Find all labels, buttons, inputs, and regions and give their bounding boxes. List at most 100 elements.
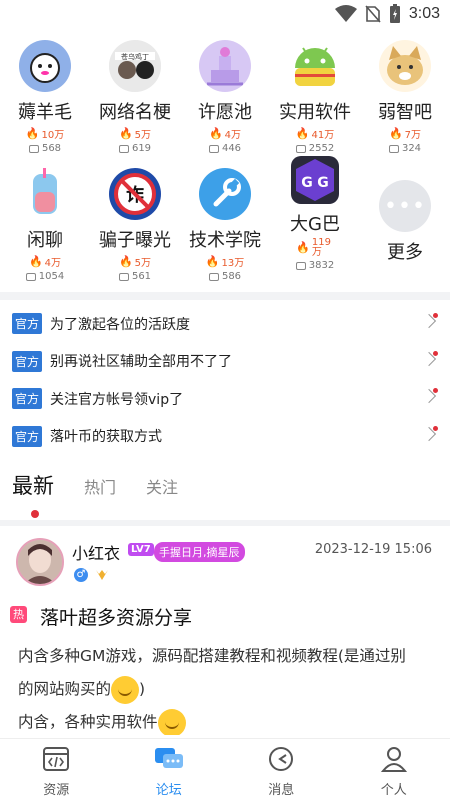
forum-posts: 446 xyxy=(180,143,270,154)
comment-icon xyxy=(118,272,129,281)
official-tag: 官方 xyxy=(12,388,43,410)
forum-name: 薅羊毛 xyxy=(18,102,72,123)
forum-heat: 🔥 4万 xyxy=(28,255,62,269)
official-notices: 官方 为了激起各位的活跃度 官方 别再说社区辅助全部用不了了 官方 关注官方帐号… xyxy=(0,305,450,455)
forum-item[interactable]: 薅羊毛 🔥 10万 568 xyxy=(0,40,90,154)
flame-icon: 🔥 xyxy=(208,127,223,140)
forum-posts: 561 xyxy=(90,271,180,282)
notice-text: 落叶币的获取方式 xyxy=(50,429,163,446)
forum-heat: 🔥 10万 xyxy=(25,127,65,141)
forum-item[interactable]: 苍乌鸡丁 网络名梗 🔥 5万 619 xyxy=(90,40,180,154)
forum-heat: 🔥 5万 xyxy=(118,127,152,141)
forum-item[interactable]: GG 大G巴 🔥 119万 3832 xyxy=(270,156,360,271)
post-title: 落叶超多资源分享 xyxy=(40,607,193,629)
code-icon xyxy=(43,747,70,771)
scam-icon: 诈 xyxy=(109,168,161,220)
notice-item[interactable]: 官方 为了激起各位的活跃度 xyxy=(0,305,450,343)
forum-heat: 🔥 4万 xyxy=(208,127,242,141)
comment-icon xyxy=(295,144,306,153)
forum-item[interactable]: 实用软件 🔥 41万 2552 xyxy=(270,40,360,154)
wifi-icon xyxy=(334,5,357,22)
more-dots-icon: ••• xyxy=(379,180,431,232)
comment-icon xyxy=(208,272,219,281)
forum-item[interactable]: 闲聊 🔥 4万 1054 xyxy=(0,168,90,282)
feed-tabs: 最新 热门 关注 xyxy=(12,470,178,500)
flame-icon: 🔥 xyxy=(388,127,403,140)
avatar[interactable] xyxy=(16,538,64,586)
comment-icon xyxy=(388,144,399,153)
forum-name: 网络名梗 xyxy=(99,102,171,123)
notice-text: 为了激起各位的活跃度 xyxy=(50,316,191,333)
battery-icon xyxy=(389,4,400,23)
message-icon xyxy=(269,747,294,771)
meme-icon: 苍乌鸡丁 xyxy=(109,40,161,92)
divider xyxy=(0,292,450,300)
post-card[interactable]: 小红衣 LV7 手握日月,摘星辰 2023-12-19 15:06 ♂ 热 落叶… xyxy=(0,530,450,735)
notice-item[interactable]: 官方 别再说社区辅助全部用不了了 xyxy=(0,343,450,381)
drink-icon xyxy=(19,168,71,220)
user-icon xyxy=(380,747,407,772)
unread-dot xyxy=(433,350,438,356)
comment-icon xyxy=(295,261,306,270)
forum-item[interactable]: 弱智吧 🔥 7万 324 xyxy=(360,40,450,154)
notice-item[interactable]: 官方 关注官方帐号领vip了 xyxy=(0,380,450,418)
flame-icon: 🔥 xyxy=(28,255,43,268)
comment-icon xyxy=(25,272,36,281)
forum-name: 弱智吧 xyxy=(378,102,432,123)
forum-heat: 🔥 119万 xyxy=(296,237,331,258)
tab-latest[interactable]: 最新 xyxy=(12,470,54,500)
sheep-icon xyxy=(19,40,71,92)
android-icon xyxy=(289,40,341,92)
more-forums-button[interactable]: ••• 更多 xyxy=(360,180,450,264)
forum-posts: 586 xyxy=(180,271,270,282)
nav-resources[interactable]: 资源 xyxy=(0,739,113,800)
forum-heat: 🔥 13万 xyxy=(205,255,245,269)
notice-text: 关注官方帐号领vip了 xyxy=(50,391,184,408)
level-badge: LV7 xyxy=(128,543,154,556)
forum-posts: 3832 xyxy=(270,260,360,271)
unread-dot xyxy=(433,425,438,431)
post-time: 2023-12-19 15:06 xyxy=(314,542,432,557)
forum-heat: 🔥 41万 xyxy=(295,127,335,141)
tab-hot[interactable]: 热门 xyxy=(84,474,116,500)
post-username[interactable]: 小红衣 xyxy=(72,540,120,564)
flame-icon: 🔥 xyxy=(296,241,310,254)
official-tag: 官方 xyxy=(12,350,43,372)
forum-posts: 324 xyxy=(360,143,450,154)
forum-name: 实用软件 xyxy=(279,102,351,123)
wrench-icon xyxy=(199,168,251,220)
forum-item[interactable]: 技术学院 🔥 13万 586 xyxy=(180,168,270,282)
divider xyxy=(0,520,450,526)
medal-icon xyxy=(96,570,108,580)
no-sim-icon xyxy=(365,5,381,23)
nav-profile[interactable]: 个人 xyxy=(338,739,450,800)
user-title-badge: 手握日月,摘星辰 xyxy=(154,542,245,562)
bottom-nav: 资源 论坛 消息 个人 xyxy=(0,738,450,800)
forum-name: 技术学院 xyxy=(189,230,261,251)
official-tag: 官方 xyxy=(12,313,43,335)
hot-badge: 热 xyxy=(10,606,27,623)
gg-icon: GG xyxy=(291,156,339,204)
active-tab-indicator xyxy=(31,510,39,518)
male-icon: ♂ xyxy=(74,568,88,582)
flame-icon: 🔥 xyxy=(118,127,133,140)
forum-posts: 568 xyxy=(0,143,90,154)
flame-icon: 🔥 xyxy=(25,127,40,140)
notice-item[interactable]: 官方 落叶币的获取方式 xyxy=(0,418,450,456)
tab-follow[interactable]: 关注 xyxy=(146,474,178,500)
more-label: 更多 xyxy=(387,242,423,263)
forum-heat: 🔥 7万 xyxy=(388,127,422,141)
svg-text:G: G xyxy=(301,175,313,191)
nav-forum[interactable]: 论坛 xyxy=(113,739,226,800)
status-time: 3:03 xyxy=(408,5,440,22)
unread-dot xyxy=(433,388,438,393)
nav-messages[interactable]: 消息 xyxy=(225,739,338,800)
comment-icon xyxy=(118,144,129,153)
forum-posts: 1054 xyxy=(0,271,90,282)
flame-icon: 🔥 xyxy=(205,255,220,268)
svg-text:G: G xyxy=(317,175,329,191)
notice-text: 别再说社区辅助全部用不了了 xyxy=(50,354,233,371)
forum-item[interactable]: 诈 骗子曝光 🔥5万 561 xyxy=(90,168,180,282)
smirk-emoji-icon xyxy=(111,675,140,704)
forum-item[interactable]: 许愿池 🔥 4万 446 xyxy=(180,40,270,154)
